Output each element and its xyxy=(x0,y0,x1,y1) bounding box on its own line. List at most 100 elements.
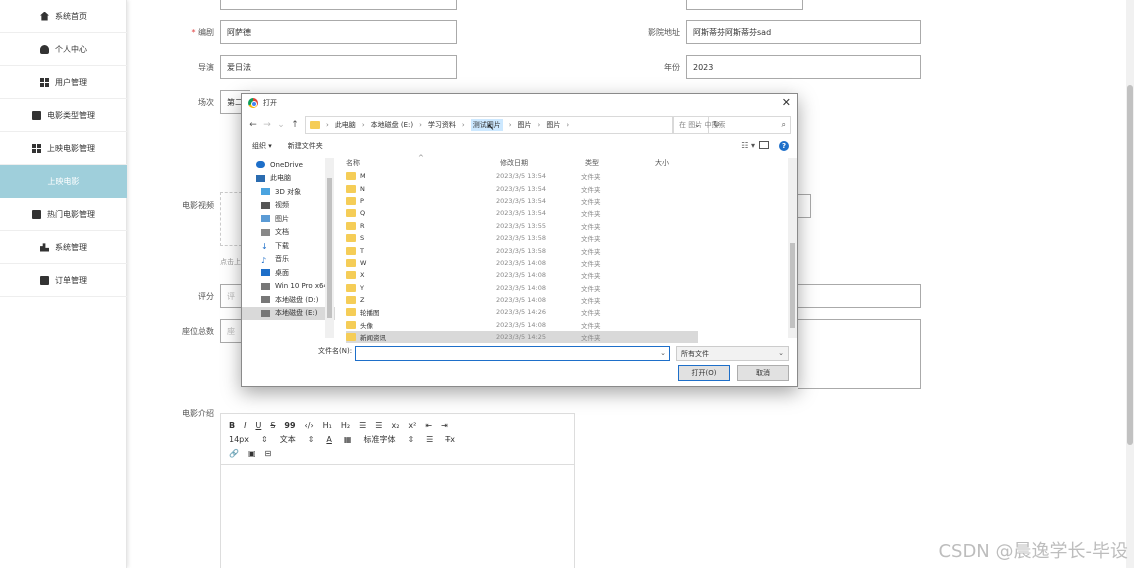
top-right-field-partial[interactable] xyxy=(686,0,803,10)
breadcrumb-item[interactable]: 图片 xyxy=(546,120,560,130)
sidebar-item-system[interactable]: 系统管理 xyxy=(0,231,127,264)
nav-item-3d[interactable]: 3D 对象 xyxy=(242,185,335,199)
font-color-icon[interactable]: A xyxy=(326,435,331,444)
column-type[interactable]: 类型 xyxy=(585,158,599,168)
italic-button[interactable]: I xyxy=(244,421,246,430)
font-family-select[interactable]: 标准字体 xyxy=(363,434,395,445)
code-button[interactable]: ‹/› xyxy=(305,421,314,430)
rich-text-editor[interactable]: B I U S 99 ‹/› H₁ H₂ ☰ ☰ x₂ x² ⇤ ⇥ 14px … xyxy=(220,413,575,568)
top-field-partial[interactable] xyxy=(220,0,457,10)
seat-input[interactable]: 座 xyxy=(220,319,242,343)
image-icon[interactable]: ▣ xyxy=(248,449,256,458)
superscript-button[interactable]: x² xyxy=(408,421,416,430)
link-icon[interactable]: 🔗 xyxy=(229,449,239,458)
file-row[interactable]: 头像 2023/3/5 14:08 文件夹 xyxy=(346,319,698,331)
breadcrumb-item[interactable]: 学习资料 xyxy=(428,120,456,130)
page-scrollbar[interactable] xyxy=(1126,0,1134,568)
file-type-select[interactable]: 所有文件 ⌄ xyxy=(676,346,789,361)
ordered-list-button[interactable]: ☰ xyxy=(359,421,366,430)
file-row[interactable]: Z 2023/3/5 14:08 文件夹 xyxy=(346,294,698,306)
preview-pane-icon[interactable] xyxy=(759,141,769,149)
right-field-edge[interactable] xyxy=(798,194,811,218)
column-name[interactable]: 名称 xyxy=(346,158,360,168)
sidebar-item-hot-movies[interactable]: 热门电影管理 xyxy=(0,198,127,231)
bullet-list-button[interactable]: ☰ xyxy=(375,421,382,430)
bold-button[interactable]: B xyxy=(229,421,235,430)
sidebar-item-home[interactable]: 系统首页 xyxy=(0,0,127,33)
nav-item-drive-e[interactable]: 本地磁盘 (E:) xyxy=(242,306,335,320)
file-row[interactable]: S 2023/3/5 13:58 文件夹 xyxy=(346,232,698,244)
nav-pane-scrollbar-thumb[interactable] xyxy=(327,178,332,318)
nav-item-onedrive[interactable]: OneDrive xyxy=(242,158,335,172)
new-folder-button[interactable]: 新建文件夹 xyxy=(288,141,323,151)
file-row[interactable]: W 2023/3/5 14:08 文件夹 xyxy=(346,257,698,269)
textarea-right[interactable] xyxy=(798,319,921,389)
file-row[interactable]: P 2023/3/5 13:54 文件夹 xyxy=(346,195,698,207)
h2-button[interactable]: H₂ xyxy=(341,421,350,430)
back-arrow-icon[interactable]: ← xyxy=(246,120,260,130)
h1-button[interactable]: H₁ xyxy=(323,421,332,430)
file-list-scrollbar[interactable] xyxy=(788,158,797,338)
video-icon[interactable]: ⊟ xyxy=(265,449,272,458)
breadcrumb-item[interactable]: 此电脑 xyxy=(335,120,356,130)
filename-input[interactable]: ⌄ xyxy=(355,346,670,361)
pingfen-input[interactable]: 评 xyxy=(220,284,242,308)
nav-item-downloads[interactable]: ↓ 下载 xyxy=(242,239,335,253)
bianju-input[interactable]: 阿萨德 xyxy=(220,20,457,44)
underline-button[interactable]: U xyxy=(255,421,261,430)
chevron-down-icon[interactable]: ⌄ xyxy=(274,120,288,130)
sidebar-item-showing-movies[interactable]: 上映电影 xyxy=(0,165,127,198)
file-row[interactable]: M 2023/3/5 13:54 文件夹 xyxy=(346,170,698,182)
nav-item-music[interactable]: ♪ 音乐 xyxy=(242,253,335,267)
subscript-button[interactable]: x₂ xyxy=(391,421,399,430)
help-icon[interactable]: ? xyxy=(779,141,789,151)
file-row[interactable]: R 2023/3/5 13:55 文件夹 xyxy=(346,220,698,232)
quote-button[interactable]: 99 xyxy=(284,421,295,430)
strike-button[interactable]: S xyxy=(270,421,275,430)
breadcrumb-item[interactable]: 本地磁盘 (E:) xyxy=(371,120,413,130)
page-scrollbar-thumb[interactable] xyxy=(1127,85,1133,445)
align-icon[interactable]: ☰ xyxy=(426,435,433,444)
chevron-down-icon[interactable]: ⌄ xyxy=(660,349,666,357)
nav-item-video[interactable]: 视频 xyxy=(242,199,335,213)
nav-item-drive-d[interactable]: 本地磁盘 (D:) xyxy=(242,293,335,307)
nav-item-win10[interactable]: Win 10 Pro x64 xyxy=(242,280,335,294)
clear-format-button[interactable]: T̶x xyxy=(445,435,455,444)
file-row[interactable]: Q 2023/3/5 13:54 文件夹 xyxy=(346,207,698,219)
sidebar-item-users[interactable]: 用户管理 xyxy=(0,66,127,99)
file-list-scrollbar-thumb[interactable] xyxy=(790,243,795,328)
column-size[interactable]: 大小 xyxy=(655,158,669,168)
background-color-icon[interactable]: ▦ xyxy=(344,435,352,444)
header-select[interactable]: 文本 xyxy=(280,434,296,445)
organize-button[interactable]: 组织 ▾ xyxy=(252,141,272,151)
nav-pane-scrollbar[interactable] xyxy=(325,158,334,338)
file-row[interactable]: X 2023/3/5 14:08 文件夹 xyxy=(346,269,698,281)
nav-item-documents[interactable]: 文档 xyxy=(242,226,335,240)
forward-arrow-icon[interactable]: → xyxy=(260,120,274,130)
indent-button[interactable]: ⇥ xyxy=(441,421,448,430)
daoyan-input[interactable]: 爱日法 xyxy=(220,55,457,79)
close-icon[interactable]: ✕ xyxy=(782,96,791,109)
outdent-button[interactable]: ⇤ xyxy=(425,421,432,430)
file-row[interactable]: T 2023/3/5 13:58 文件夹 xyxy=(346,244,698,256)
video-upload-box[interactable] xyxy=(220,192,242,246)
file-row[interactable]: 轮播图 2023/3/5 14:26 文件夹 xyxy=(346,306,698,318)
sidebar-item-movie-types[interactable]: 电影类型管理 xyxy=(0,99,127,132)
year-input[interactable]: 2023 xyxy=(686,55,921,79)
font-size-select[interactable]: 14px xyxy=(229,435,249,444)
view-options-icon[interactable]: ☷ ▾ xyxy=(741,141,755,150)
address-input[interactable]: 阿斯蒂芬阿斯蒂芬sad xyxy=(686,20,921,44)
file-row[interactable]: N 2023/3/5 13:54 文件夹 xyxy=(346,182,698,194)
cancel-button[interactable]: 取消 xyxy=(737,365,789,381)
nav-item-pictures[interactable]: 图片 xyxy=(242,212,335,226)
nav-item-this-pc[interactable]: 此电脑 xyxy=(242,172,335,186)
column-date[interactable]: 修改日期 xyxy=(500,158,528,168)
file-row[interactable]: Y 2023/3/5 14:08 文件夹 xyxy=(346,282,698,294)
nav-item-desktop[interactable]: 桌面 xyxy=(242,266,335,280)
breadcrumb-item[interactable]: 图片 xyxy=(518,120,532,130)
file-row[interactable]: 新闻资讯 2023/3/5 14:25 文件夹 xyxy=(346,331,698,344)
sidebar-item-profile[interactable]: 个人中心 xyxy=(0,33,127,66)
search-input[interactable]: 在 图片 中搜索 ⌕ xyxy=(673,116,791,134)
sidebar-item-showing-movies-manage[interactable]: 上映电影管理 xyxy=(0,132,127,165)
pingfen-right-field[interactable] xyxy=(798,284,921,308)
